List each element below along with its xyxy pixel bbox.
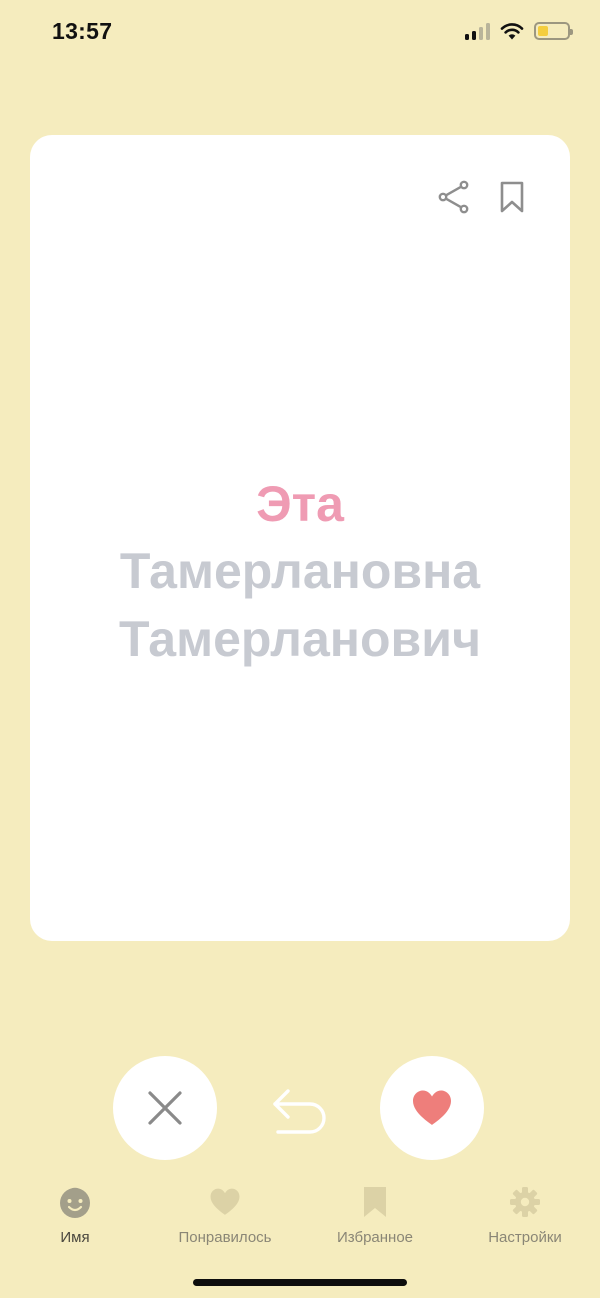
cellular-signal-icon xyxy=(465,22,490,40)
like-button[interactable] xyxy=(380,1056,484,1160)
surname: Тамерланович xyxy=(118,611,481,667)
tab-label: Имя xyxy=(60,1229,90,1246)
name-card[interactable]: Эта Тамерлановна Тамерланович xyxy=(30,135,570,941)
tab-name[interactable]: Имя xyxy=(10,1185,140,1251)
battery-icon xyxy=(534,22,573,40)
status-icons xyxy=(465,22,573,40)
bookmark-icon xyxy=(500,181,524,213)
heart-icon xyxy=(413,1090,451,1125)
bookmark-icon xyxy=(358,1185,392,1219)
tab-bar: Имя Понравилось Избранное Настройки xyxy=(0,1185,600,1255)
tab-label: Избранное xyxy=(336,1229,414,1246)
close-icon xyxy=(148,1091,182,1125)
heart-icon xyxy=(208,1185,242,1219)
full-name: Эта Тамерлановна Тамерланович xyxy=(30,471,570,673)
gear-icon xyxy=(508,1185,542,1219)
battery-fill xyxy=(538,26,548,36)
home-indicator xyxy=(193,1279,407,1286)
status-time: 13:57 xyxy=(52,18,113,44)
tab-liked[interactable]: Понравилось xyxy=(160,1185,290,1251)
tab-favorites[interactable]: Избранное xyxy=(310,1185,440,1251)
first-name: Эта xyxy=(256,476,344,532)
status-bar: 13:57 xyxy=(0,0,600,70)
tab-settings[interactable]: Настройки xyxy=(460,1185,590,1251)
undo-button[interactable] xyxy=(266,1080,334,1140)
bookmark-button[interactable] xyxy=(492,177,532,217)
wifi-icon xyxy=(500,23,524,40)
share-icon xyxy=(438,180,469,214)
baby-face-icon xyxy=(58,1185,92,1219)
dislike-button[interactable] xyxy=(113,1056,217,1160)
undo-arrow-icon xyxy=(273,1089,326,1134)
tab-label: Понравилось xyxy=(178,1229,272,1246)
tab-label: Настройки xyxy=(488,1229,562,1246)
share-button[interactable] xyxy=(434,177,474,217)
patronymic: Тамерлановна xyxy=(119,543,481,599)
